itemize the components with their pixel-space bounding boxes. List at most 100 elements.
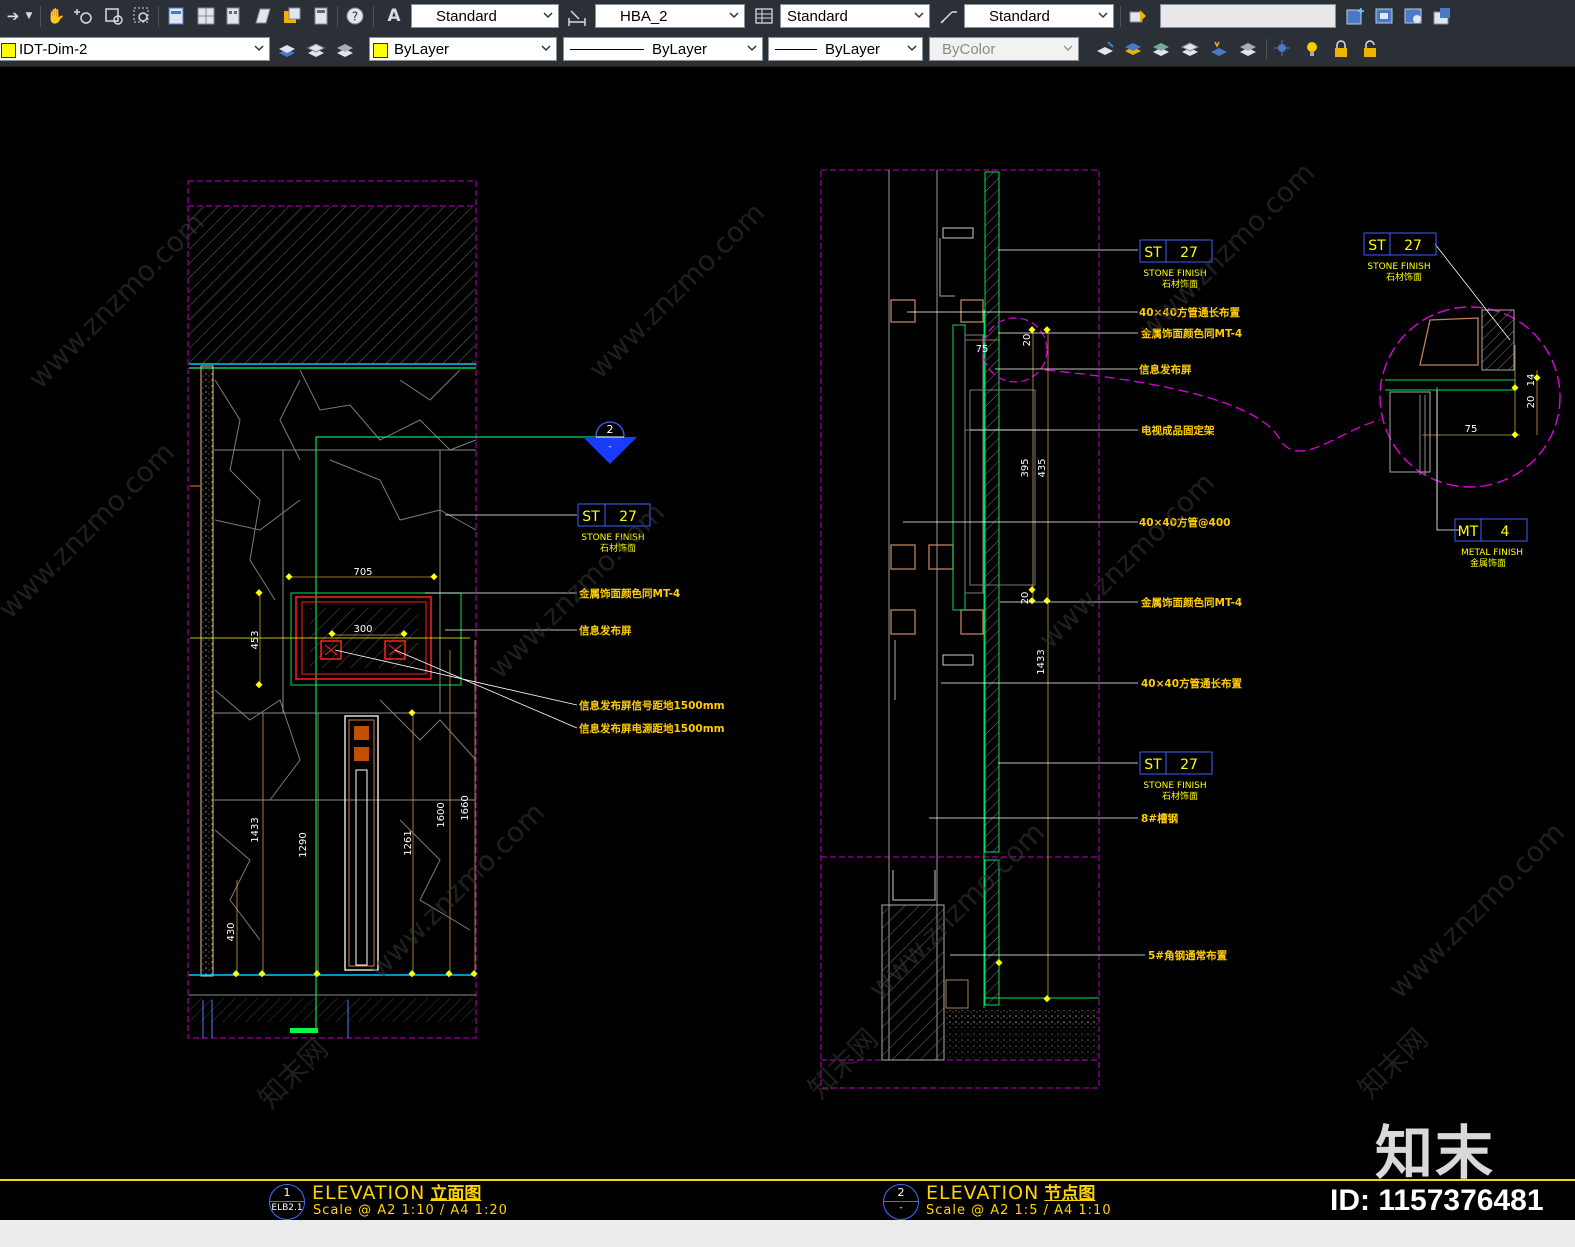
svg-text:MT: MT <box>1458 524 1479 540</box>
search-input[interactable] <box>1160 4 1336 28</box>
toolbar-divider <box>1120 6 1121 27</box>
svg-text:4: 4 <box>1501 524 1510 540</box>
svg-text:27: 27 <box>1404 238 1422 254</box>
layer-isolate-icon[interactable] <box>1094 38 1116 60</box>
layer-off-icon[interactable] <box>1208 38 1230 60</box>
workspace-icon[interactable] <box>1127 5 1149 27</box>
viewport-scale-icon[interactable] <box>1402 5 1424 27</box>
material-tag-st[interactable]: ST 27 STONE FINISH 石材饰面 <box>1139 751 1213 802</box>
layer-unisolate-icon[interactable] <box>1122 38 1144 60</box>
title-1: ELEVATION 立面图 <box>312 1179 481 1204</box>
layout-viewport-icon[interactable] <box>1344 5 1366 27</box>
svg-text:电视成品固定架: 电视成品固定架 <box>1141 424 1215 437</box>
material-tag-mt[interactable]: MT 4 METAL FINISH 金属饰面 <box>1454 518 1528 569</box>
help-icon[interactable]: ? <box>344 5 366 27</box>
lock-icon[interactable] <box>1330 38 1352 60</box>
tool-palettes-icon[interactable] <box>223 5 245 27</box>
svg-text:395: 395 <box>1020 458 1031 477</box>
material-tag-st[interactable]: ST 27 STONE FINISH 石材饰面 <box>1363 232 1437 283</box>
watermark-logo: 知末 <box>1375 1119 1496 1187</box>
section-marker-sheet: - <box>608 442 611 452</box>
svg-text:20: 20 <box>1020 592 1031 605</box>
svg-text:金属饰面: 金属饰面 <box>1470 557 1506 569</box>
layer-walk-icon[interactable] <box>1237 38 1259 60</box>
multileader-style-icon[interactable] <box>937 5 959 27</box>
svg-text:METAL FINISH: METAL FINISH <box>1461 548 1523 558</box>
sheet-set-icon[interactable] <box>252 5 274 27</box>
svg-text:www.znzmo.com: www.znzmo.com <box>22 206 211 395</box>
make-current-layer-icon[interactable] <box>276 38 298 60</box>
calculator-icon[interactable] <box>310 5 332 27</box>
markup-set-icon[interactable] <box>281 5 303 27</box>
zoom-realtime-icon[interactable] <box>73 5 95 27</box>
svg-text:知末网: 知末网 <box>252 1032 335 1115</box>
title-1-scale: Scale @ A2 1:10 / A4 1:20 <box>313 1203 508 1218</box>
layer-freeze-icon[interactable] <box>1179 38 1201 60</box>
zoom-window-icon[interactable] <box>103 5 125 27</box>
lineweight-select[interactable]: ByLayer <box>768 37 923 61</box>
svg-text:20: 20 <box>1526 396 1537 409</box>
svg-text:石材饰面: 石材饰面 <box>1162 790 1198 802</box>
pan-hand-icon[interactable]: ✋ <box>45 5 67 27</box>
svg-text:435: 435 <box>1037 458 1048 477</box>
standard-toolbar: ➔ ▼ ✋ ? A Standard HBA_2 Standard Standa… <box>0 0 1575 34</box>
publish-icon[interactable] <box>1431 5 1453 27</box>
linetype-preview <box>570 49 644 50</box>
arrow-right-icon[interactable]: ➔ <box>2 5 24 27</box>
properties-icon[interactable] <box>165 5 187 27</box>
text-style-icon[interactable]: A <box>383 5 405 27</box>
layer-previous-icon[interactable] <box>305 38 327 60</box>
svg-text:75: 75 <box>1465 424 1478 435</box>
zoom-previous-icon[interactable] <box>131 5 153 27</box>
svg-text:27: 27 <box>1180 757 1198 773</box>
svg-text:信息发布屏: 信息发布屏 <box>1139 363 1192 376</box>
viewport-clip-icon[interactable] <box>1373 5 1395 27</box>
design-center-icon[interactable] <box>195 5 217 27</box>
svg-text:20: 20 <box>1022 334 1033 347</box>
multileader-style-select[interactable]: Standard <box>964 4 1114 28</box>
svg-text:STONE FINISH: STONE FINISH <box>1367 262 1430 272</box>
layer-match-icon[interactable] <box>1150 38 1172 60</box>
lineweight-preview <box>775 49 817 50</box>
note-signal-height: 信息发布屏信号距地1500mm <box>579 699 725 712</box>
section-marker[interactable]: 2 - <box>583 421 637 464</box>
svg-text:1660: 1660 <box>460 795 471 820</box>
toolbar-divider <box>158 6 159 27</box>
layer-select[interactable]: IDT-Dim-2 <box>0 37 270 61</box>
title-1-bubble: 1 ELB2.1 <box>269 1184 305 1220</box>
dimension-style-select[interactable]: HBA_2 <box>595 4 745 28</box>
svg-text:1261: 1261 <box>403 830 414 855</box>
layer-state-icon[interactable] <box>334 38 356 60</box>
svg-text:www.znzmo.com: www.znzmo.com <box>1032 466 1221 655</box>
svg-text:STONE FINISH: STONE FINISH <box>1143 781 1206 791</box>
svg-text:金属饰面颜色同MT-4: 金属饰面颜色同MT-4 <box>1140 596 1242 609</box>
svg-text:1600: 1600 <box>436 802 447 827</box>
plot-style-select[interactable]: ByColor <box>929 37 1079 61</box>
freeze-sun-icon[interactable] <box>1272 38 1294 60</box>
drawing-canvas[interactable]: 2 - ST 27 STONE FINISH 石材饰面 金属饰面颜色同MT-4 … <box>0 66 1575 1220</box>
layers-properties-toolbar: IDT-Dim-2 ByLayer ByLayer ByLayer ByColo… <box>0 33 1575 67</box>
svg-text:知末网: 知末网 <box>1352 1022 1435 1105</box>
unlock-icon[interactable] <box>1359 38 1381 60</box>
title-2-label-en: ELEVATION <box>926 1182 1040 1204</box>
svg-text:www.znzmo.com: www.znzmo.com <box>0 436 181 625</box>
svg-text:5#角钢通常布置: 5#角钢通常布置 <box>1148 949 1228 962</box>
title-2: ELEVATION 节点图 <box>926 1179 1095 1204</box>
lightbulb-icon[interactable] <box>1301 38 1323 60</box>
table-style-select[interactable]: Standard <box>780 4 930 28</box>
text-style-select[interactable]: Standard <box>411 4 559 28</box>
dimension-style-icon[interactable] <box>566 5 588 27</box>
title-2-scale: Scale @ A2 1:5 / A4 1:10 <box>926 1203 1112 1218</box>
linetype-select[interactable]: ByLayer <box>563 37 763 61</box>
svg-text:www.znzmo.com: www.znzmo.com <box>362 796 551 985</box>
title-1-label-cn: 立面图 <box>430 1184 482 1204</box>
section-marker-num: 2 <box>607 423 614 436</box>
table-style-icon[interactable] <box>753 5 775 27</box>
chevron-down-icon[interactable]: ▼ <box>22 5 36 27</box>
svg-text:石材饰面: 石材饰面 <box>1386 271 1422 283</box>
status-bar <box>0 1220 1575 1247</box>
svg-text:430: 430 <box>226 922 237 941</box>
color-select[interactable]: ByLayer <box>369 37 557 61</box>
svg-text:300: 300 <box>353 624 372 635</box>
note-info-screen: 信息发布屏 <box>579 624 632 637</box>
